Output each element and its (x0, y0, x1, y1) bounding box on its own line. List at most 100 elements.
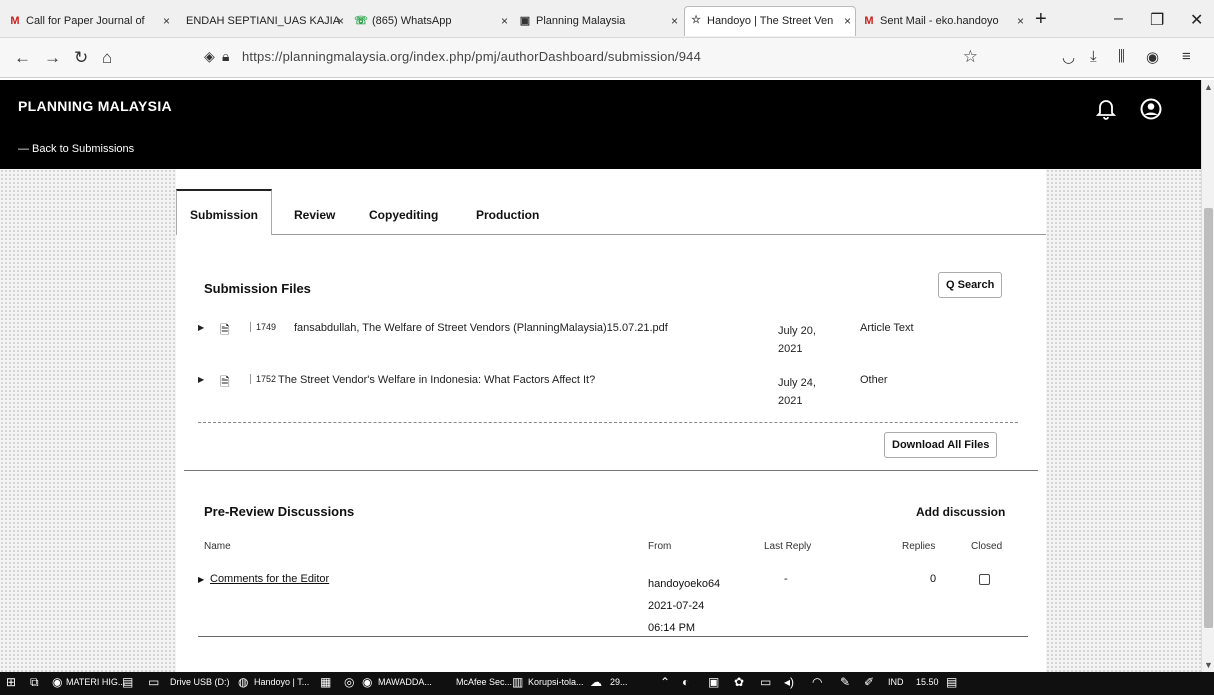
workflow-tabs: Submission Review Copyediting Production (176, 189, 1046, 235)
tray-icon[interactable]: ✿ (734, 675, 744, 689)
tray-icon[interactable]: ▣ (708, 675, 719, 689)
address-bar[interactable]: ◈ 🔒︎ https://planningmalaysia.org/index.… (196, 44, 986, 72)
restore-window-button[interactable]: ❐ (1150, 10, 1164, 30)
minimize-window-button[interactable]: – (1114, 10, 1123, 28)
browser-tab-call-for-paper[interactable]: M Call for Paper Journal of × (4, 8, 174, 34)
notifications-bell-icon[interactable] (1096, 98, 1116, 120)
pocket-icon[interactable]: ◡ (1062, 48, 1075, 66)
file-explorer-icon[interactable]: ▤ (122, 675, 133, 689)
home-icon[interactable]: ⌂ (102, 48, 112, 68)
pen-icon[interactable]: ✐ (864, 675, 874, 689)
url-text[interactable]: https://planningmalaysia.org/index.php/p… (242, 49, 701, 64)
battery-icon[interactable]: ▭ (760, 675, 771, 689)
tab-title: ENDAH SEPTIANI_UAS KAJIA (186, 15, 341, 27)
closed-checkbox[interactable] (979, 574, 990, 585)
whatsapp-icon: ☏ (354, 15, 368, 27)
tab-title: Sent Mail - eko.handoyo (880, 15, 999, 27)
task-view-icon[interactable]: ⧉ (30, 675, 39, 690)
file-name[interactable]: fansabdullah, The Welfare of Street Vend… (294, 322, 668, 334)
replies-count: 0 (930, 573, 937, 585)
tab-production[interactable]: Production (476, 208, 539, 222)
menu-icon[interactable]: ≡ (1182, 48, 1191, 65)
download-icon[interactable]: ⤓ (1090, 48, 1097, 65)
discussion-link[interactable]: Comments for the Editor (210, 573, 329, 585)
bookmark-star-icon[interactable]: ☆ (963, 47, 978, 67)
notification-center-icon[interactable]: ▤ (946, 675, 957, 689)
tray-icon[interactable]: ◐ (682, 675, 689, 689)
expand-row-icon[interactable]: ▶ (198, 323, 204, 332)
back-arrow-icon[interactable]: ← (14, 48, 31, 68)
wifi-icon[interactable]: ◠ (812, 675, 822, 689)
taskbar-item[interactable]: MATERI HIG... (66, 677, 125, 687)
language-indicator[interactable]: IND (888, 677, 904, 687)
taskbar-item[interactable]: Korupsi-tola... (528, 677, 584, 687)
shield-icon[interactable]: ◈ (204, 48, 215, 65)
add-discussion-button[interactable]: Add discussion (916, 505, 1005, 519)
firefox-icon[interactable]: ◍ (238, 675, 248, 689)
file-row[interactable]: ▶ 🗎 1752 The Street Vendor's Welfare in … (198, 373, 1018, 415)
close-tab-icon[interactable]: × (671, 8, 678, 34)
reload-icon[interactable]: ↻ (74, 48, 88, 68)
file-row[interactable]: ▶ 🗎 1749 fansabdullah, The Welfare of St… (198, 321, 1018, 363)
chevron-up-icon[interactable]: ⌃ (660, 675, 670, 689)
scroll-up-arrow-icon[interactable]: ▲ (1204, 82, 1213, 92)
file-name[interactable]: The Street Vendor's Welfare in Indonesia… (278, 374, 595, 386)
browser-tab-strip: M Call for Paper Journal of × ENDAH SEPT… (0, 0, 1214, 38)
file-date: July 24, 2021 (778, 374, 828, 410)
browser-tab-endah-septiani[interactable]: ENDAH SEPTIANI_UAS KAJIA × (176, 8, 348, 34)
download-all-files-button[interactable]: Download All Files (884, 432, 998, 458)
close-tab-icon[interactable]: × (337, 8, 344, 34)
close-tab-icon[interactable]: × (1017, 8, 1024, 34)
tab-title: Planning Malaysia (536, 15, 626, 27)
file-type: Other (860, 374, 888, 386)
submission-workflow-panel: Submission Review Copyediting Production… (176, 169, 1046, 672)
last-reply-value: - (784, 573, 788, 585)
tab-submission[interactable]: Submission (190, 208, 258, 222)
close-window-button[interactable]: ✕ (1190, 10, 1203, 30)
close-tab-icon[interactable]: × (163, 8, 170, 34)
library-icon[interactable]: ⫼ (1118, 48, 1125, 65)
expand-row-icon[interactable]: ▶ (198, 375, 204, 384)
tab-review[interactable]: Review (294, 208, 335, 222)
submission-files-title: Submission Files (204, 281, 311, 296)
browser-tab-planning-malaysia[interactable]: ▣ Planning Malaysia × (514, 8, 682, 34)
scrollbar-thumb[interactable] (1204, 208, 1213, 628)
taskbar-item[interactable]: McAfee Sec... (456, 677, 512, 687)
discussion-from: handoyoeko64 2021-07-24 06:14 PM (648, 573, 720, 639)
taskbar-item[interactable]: Handoyo | T... (254, 677, 309, 687)
browser-tab-sent-mail[interactable]: M Sent Mail - eko.handoyo × (858, 8, 1028, 34)
close-tab-icon[interactable]: × (844, 7, 851, 35)
app-icon[interactable]: ◎ (344, 675, 354, 689)
search-files-button[interactable]: Q Search (938, 272, 1003, 298)
user-profile-icon[interactable] (1140, 98, 1162, 120)
taskbar-item[interactable]: MAWADDA... (378, 677, 432, 687)
site-title[interactable]: PLANNING MALAYSIA (18, 98, 172, 114)
file-icon: 🗎 (220, 375, 230, 389)
scroll-down-arrow-icon[interactable]: ▼ (1204, 660, 1213, 670)
close-tab-icon[interactable]: × (501, 8, 508, 34)
taskbar-item[interactable]: Drive USB (D:) (170, 677, 230, 687)
column-header-name: Name (204, 541, 231, 552)
forward-arrow-icon[interactable]: → (44, 48, 61, 68)
app-icon[interactable]: ◉ (52, 675, 62, 689)
start-menu-icon[interactable]: ⊞ (6, 675, 16, 689)
volume-icon[interactable]: ◂) (784, 675, 794, 689)
tab-copyediting[interactable]: Copyediting (369, 208, 438, 222)
account-icon[interactable]: ◉ (1146, 48, 1159, 66)
weather-temp[interactable]: 29... (610, 677, 628, 687)
browser-tab-handoyo-active[interactable]: ☆ Handoyo | The Street Ven × (684, 6, 856, 36)
new-tab-button[interactable]: + (1035, 8, 1047, 30)
app-icon[interactable]: ◉ (362, 675, 372, 689)
weather-icon[interactable]: ☁ (590, 675, 602, 689)
folder-icon[interactable]: ▭ (148, 675, 159, 689)
back-to-submissions-link[interactable]: — Back to Submissions (18, 143, 134, 155)
browser-tab-whatsapp[interactable]: ☏ (865) WhatsApp × (350, 8, 512, 34)
pen-icon[interactable]: ✎ (840, 675, 850, 689)
page-scrollbar[interactable]: ▲ ▼ (1201, 80, 1214, 672)
document-icon[interactable]: ▥ (512, 675, 523, 689)
gmail-icon: M (10, 15, 20, 27)
app-icon[interactable]: ▦ (320, 675, 331, 689)
clock[interactable]: 15.50 (916, 677, 939, 687)
lock-icon[interactable]: 🔒︎ (222, 48, 229, 65)
expand-row-icon[interactable]: ▶ (198, 575, 204, 584)
